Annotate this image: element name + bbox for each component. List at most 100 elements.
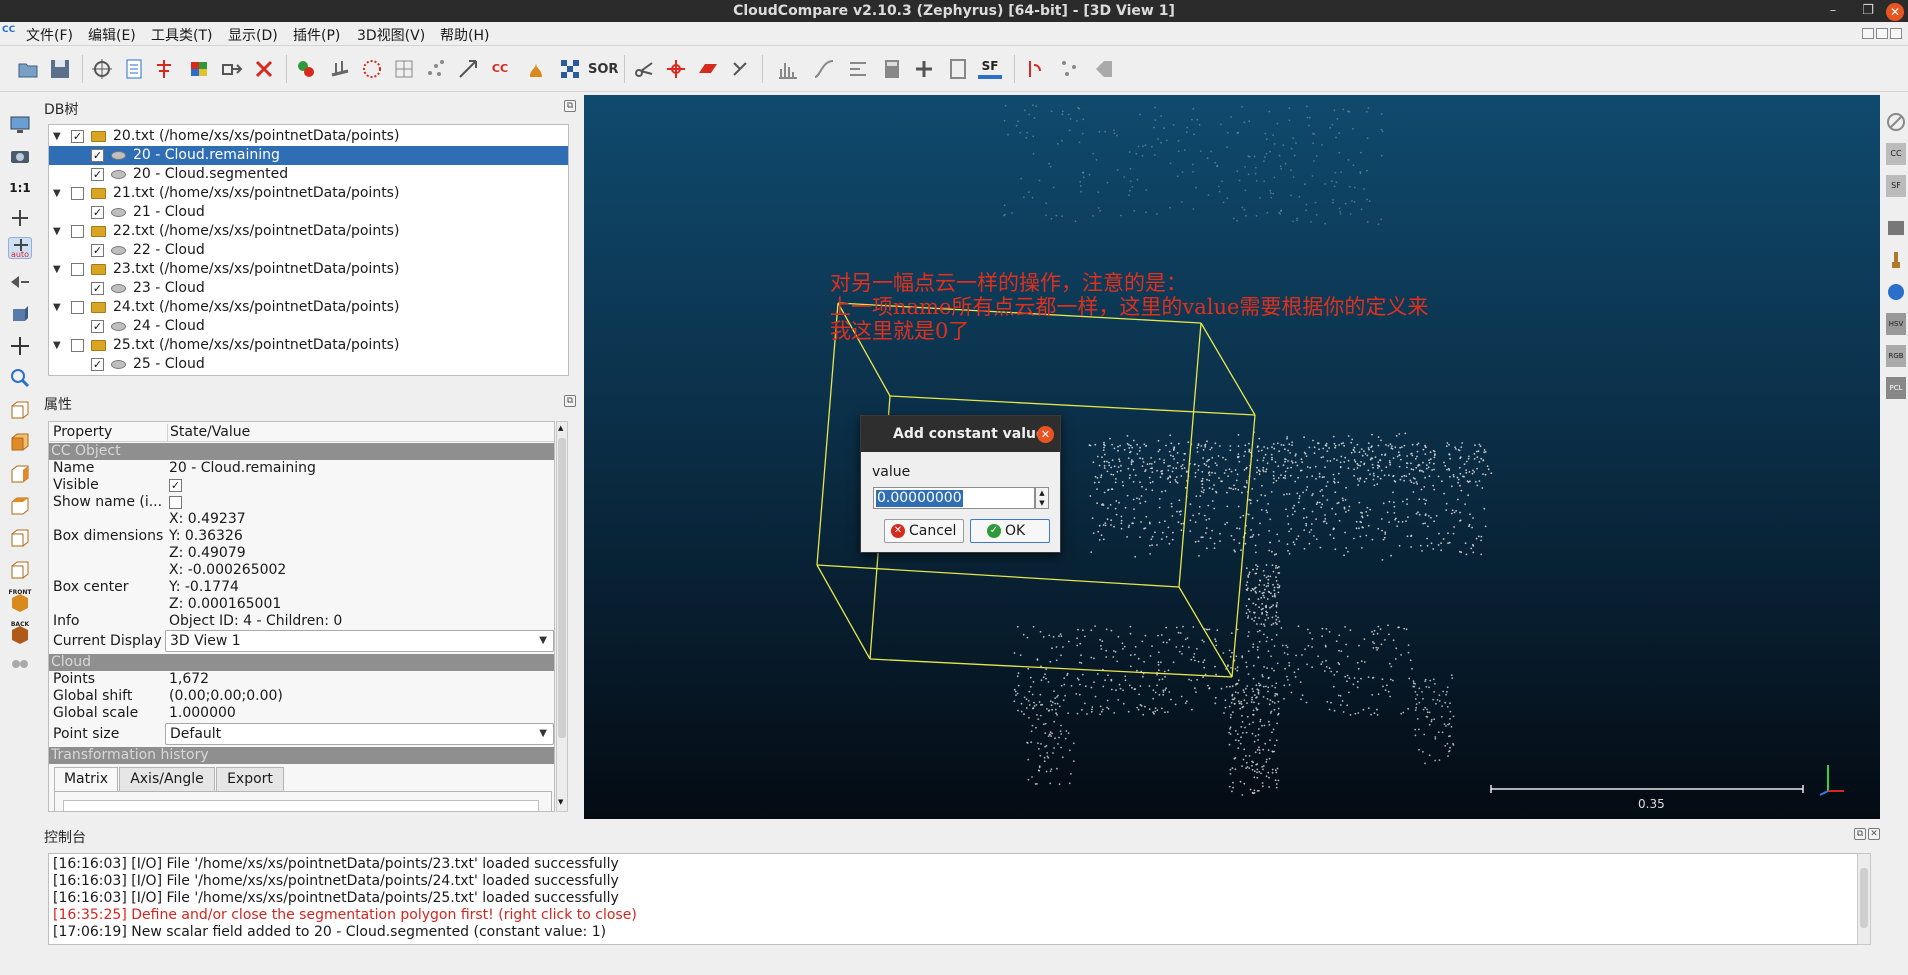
normals-icon[interactable] [328,57,352,81]
menu-tools[interactable]: 工具类(T) [151,25,212,45]
rgb-icon[interactable]: RGB [1886,345,1906,367]
open-file-icon[interactable] [16,57,40,81]
sample-points-icon[interactable] [294,57,318,81]
menu-edit[interactable]: 编辑(E) [88,25,136,45]
node-checkbox[interactable]: ✓ [71,130,84,143]
tree-file-node[interactable]: ▼ ✓ 20.txt (/home/xs/xs/pointnetData/point… [49,127,568,146]
film-icon[interactable] [1886,217,1906,239]
save-icon[interactable] [48,57,72,81]
view-right-icon[interactable] [8,527,32,549]
list-icon[interactable] [122,57,146,81]
ok-button[interactable]: ✓ OK [970,519,1050,543]
node-checkbox[interactable]: ✓ [91,282,104,295]
tree-file-node[interactable]: ▼ 24.txt (/home/xs/xs/pointnetData/points… [49,298,568,317]
sor-filter-icon[interactable]: SOR [588,57,618,81]
calculator-icon[interactable] [880,57,904,81]
sf-gradient-icon[interactable] [524,57,548,81]
zoom-1-1-button[interactable]: 1:1 [8,177,32,199]
menu-display[interactable]: 显示(D) [228,25,278,45]
point-size-select[interactable]: Default ▼ [165,723,554,745]
menu-3dview[interactable]: 3D视图(V) [357,25,425,45]
visible-checkbox[interactable]: ✓ [169,479,182,492]
tree-cloud-node[interactable]: ✓ 20 - Cloud.remaining [49,146,568,165]
show-name-checkbox[interactable] [169,496,182,509]
close-window-button[interactable]: ✕ [1886,3,1904,21]
node-checkbox[interactable] [71,263,84,276]
cloud-cloud-distance-icon[interactable]: CC [488,57,512,81]
stereo-icon[interactable] [8,653,32,675]
expand-arrow-icon[interactable]: ▼ [53,222,65,241]
measure-icon[interactable] [1024,57,1048,81]
spin-up-icon[interactable]: ▲ [1036,488,1048,498]
iso-back-icon[interactable]: BACK [8,621,32,644]
console-scroll-thumb[interactable] [1860,868,1868,928]
console-close-button[interactable]: ✕ [1868,828,1880,840]
view-back-icon[interactable] [8,495,32,517]
3d-view[interactable]: 对另一幅点云一样的操作，注意的是： 上一项name所有点云都一样，这里的valu… [584,95,1880,819]
clear-icon[interactable] [1092,57,1116,81]
scatter-icon[interactable] [424,57,448,81]
cc-plugin-icon[interactable]: CC [1886,143,1906,165]
sf-plugin-icon[interactable]: SF [1886,175,1906,197]
node-checkbox[interactable]: ✓ [91,168,104,181]
add-icon[interactable] [912,57,936,81]
point-cloud-scene[interactable] [584,95,1880,819]
prop-name-value[interactable]: 20 - Cloud.remaining [169,460,316,477]
expand-arrow-icon[interactable]: ▼ [53,298,65,317]
tree-file-node[interactable]: ▼ 21.txt (/home/xs/xs/pointnetData/points… [49,184,568,203]
db-tree-float-button[interactable]: ⧉ [564,100,576,112]
zoom-icon[interactable] [8,367,32,389]
camera-icon[interactable] [8,145,32,167]
properties-scrollbar[interactable]: ▲ ▼ [556,421,568,812]
tree-cloud-node[interactable]: ✓ 22 - Cloud [49,241,568,260]
color-palette-icon[interactable] [188,57,212,81]
scroll-up-icon[interactable]: ▲ [558,424,563,432]
scroll-thumb[interactable] [558,438,566,738]
delete-icon[interactable] [252,57,276,81]
display-icon[interactable] [8,113,32,135]
curve-icon[interactable] [812,57,836,81]
node-checkbox[interactable] [71,301,84,314]
expand-arrow-icon[interactable]: ▼ [53,260,65,279]
scalar-field-icon[interactable]: SF [978,57,1002,81]
view-top-icon[interactable] [8,399,32,421]
menu-file[interactable]: 文件(F) [26,25,73,45]
move-object-icon[interactable] [664,57,688,81]
node-checkbox[interactable]: ✓ [91,149,104,162]
perspective-icon[interactable] [8,271,32,293]
rasterize-icon[interactable] [558,57,582,81]
tree-cloud-node[interactable]: ✓ 25 - Cloud [49,355,568,374]
menu-plugins[interactable]: 插件(P) [293,25,340,45]
tree-file-node[interactable]: ▼ 25.txt (/home/xs/xs/pointnetData/points… [49,336,568,355]
pivot-icon[interactable] [8,207,32,229]
view-left-icon[interactable] [8,463,32,485]
maximize-button[interactable]: ❐ [1855,0,1881,22]
spin-down-icon[interactable]: ▼ [1036,498,1048,508]
value-spinner[interactable]: ▲ ▼ [1035,487,1049,509]
node-checkbox[interactable]: ✓ [91,206,104,219]
expand-arrow-icon[interactable]: ▼ [53,127,65,146]
hsv-icon[interactable]: HSV [1886,313,1906,335]
node-checkbox[interactable] [71,187,84,200]
scroll-down-icon[interactable]: ▼ [558,798,563,806]
point-list-icon[interactable] [1058,57,1082,81]
view-bottom-icon[interactable] [8,559,32,581]
no-entry-icon[interactable] [1886,111,1906,133]
histogram-icon[interactable] [776,57,800,81]
minmax-icon[interactable] [846,57,870,81]
mdi-close-icon[interactable] [1890,28,1902,39]
tree-cloud-node[interactable]: ✓ 24 - Cloud [49,317,568,336]
tab-axis-angle[interactable]: Axis/Angle [119,767,215,791]
point-pick-icon[interactable] [728,57,752,81]
mesh-icon[interactable] [392,57,416,81]
expand-arrow-icon[interactable]: ▼ [53,184,65,203]
node-checkbox[interactable] [71,339,84,352]
dialog-close-button[interactable]: ✕ [1037,426,1054,443]
register-icon[interactable] [456,57,480,81]
cancel-button[interactable]: ✕ Cancel [884,519,964,543]
scissors-icon[interactable] [632,57,656,81]
auto-pivot-icon[interactable]: auto [8,237,32,259]
plane-fit-icon[interactable] [696,57,720,81]
current-display-select[interactable]: 3D View 1 ▼ [165,630,554,652]
node-checkbox[interactable]: ✓ [91,244,104,257]
